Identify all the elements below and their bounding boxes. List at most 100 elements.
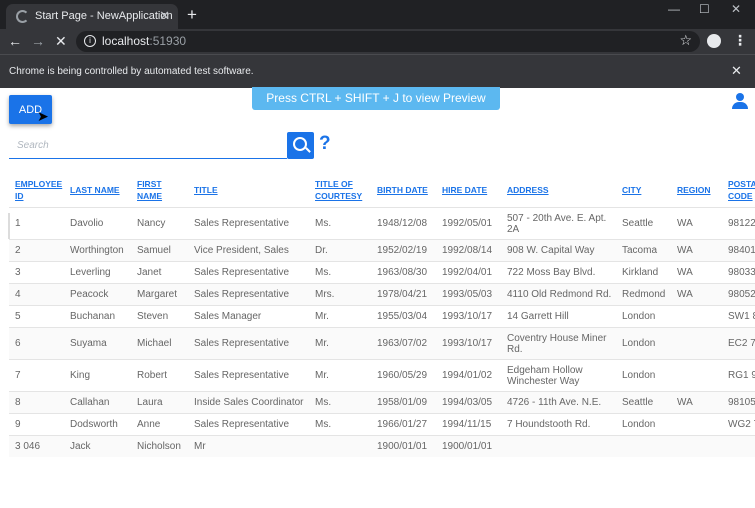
table-cell: Leverling <box>64 261 131 284</box>
table-row[interactable]: 3 Leverling Janet Sales Representative Ms. 19… <box>9 261 755 284</box>
table-header-row: EMPLOYEE ID LAST NAME FIRST NAME TITLE TITLE… <box>9 173 755 208</box>
column-header[interactable]: LAST NAME <box>64 173 131 208</box>
window-close-icon[interactable]: ✕ <box>731 2 741 16</box>
table-cell: 1900/01/01 <box>436 435 501 457</box>
table-cell: 722 Moss Bay Blvd. <box>501 261 616 284</box>
table-row[interactable]: 7 King Robert Sales Representative Mr. 1960/0… <box>9 359 755 392</box>
table-cell: 1978/04/21 <box>371 283 436 306</box>
column-header[interactable]: REGION <box>671 173 722 208</box>
table-cell: Mr. <box>309 305 371 328</box>
table-cell: Dodsworth <box>64 413 131 436</box>
table-cell: 98052 <box>722 283 755 306</box>
loading-spinner-icon <box>16 10 29 23</box>
table-cell: 1958/01/09 <box>371 391 436 414</box>
table-row[interactable]: 8 Callahan Laura Inside Sales Coordinator Ms… <box>9 391 755 414</box>
table-cell: London <box>616 305 671 328</box>
new-tab-icon[interactable]: + <box>187 5 197 25</box>
table-cell: 98105 <box>722 391 755 414</box>
table-cell: Vice President, Sales <box>188 239 309 262</box>
browser-tab[interactable]: Start Page - NewApplication ✕ <box>6 4 178 29</box>
maximize-icon[interactable]: ☐ <box>699 2 710 16</box>
column-header[interactable]: ADDRESS <box>501 173 616 208</box>
table-cell: 4726 - 11th Ave. N.E. <box>501 391 616 414</box>
table-cell: Sales Representative <box>188 327 309 360</box>
table-row[interactable]: 3 046 Jack Nicholson Mr 1900/01/01 1900/01/01 <box>9 435 755 457</box>
table-cell: 1966/01/27 <box>371 413 436 436</box>
table-cell: London <box>616 413 671 436</box>
table-cell: 98401 <box>722 239 755 262</box>
table-cell: 507 - 20th Ave. E. Apt. 2A <box>501 207 616 240</box>
table-cell: Steven <box>131 305 188 328</box>
table-cell: Nicholson <box>131 435 188 457</box>
table-cell: 1963/07/02 <box>371 327 436 360</box>
column-header[interactable]: EMPLOYEE ID <box>9 173 64 208</box>
bookmark-star-icon[interactable]: ☆ <box>679 32 692 49</box>
column-header[interactable]: CITY <box>616 173 671 208</box>
table-cell: Samuel <box>131 239 188 262</box>
table-cell: Michael <box>131 327 188 360</box>
table-cell: Dr. <box>309 239 371 262</box>
search-input[interactable] <box>9 133 293 157</box>
tab-close-icon[interactable]: ✕ <box>159 8 170 24</box>
table-cell: WA <box>671 207 722 240</box>
table-cell: Mr. <box>309 359 371 392</box>
table-cell: London <box>616 327 671 360</box>
table-row[interactable]: 5 Buchanan Steven Sales Manager Mr. 1955/03/0… <box>9 305 755 328</box>
table-cell: 1963/08/30 <box>371 261 436 284</box>
tab-title: Start Page - NewApplication <box>35 10 173 22</box>
table-row[interactable]: 4 Peacock Margaret Sales Representative Mrs.… <box>9 283 755 306</box>
table-cell: 1992/08/14 <box>436 239 501 262</box>
table-cell: Buchanan <box>64 305 131 328</box>
profile-avatar-icon[interactable] <box>707 34 721 48</box>
table-cell: RG1 9SP <box>722 359 755 392</box>
table-row[interactable]: 1 Davolio Nancy Sales Representative Ms. 1948… <box>9 207 755 240</box>
table-cell: 3 <box>9 261 64 284</box>
table-cell: 8 <box>9 391 64 414</box>
browser-menu-icon[interactable]: ⋮ <box>733 32 747 49</box>
site-info-icon[interactable]: i <box>84 35 96 47</box>
table-cell: 7 Houndstooth Rd. <box>501 413 616 436</box>
address-bar[interactable]: i localhost:51930 ☆ <box>76 31 700 52</box>
help-icon[interactable]: ? <box>319 133 331 155</box>
table-cell: London <box>616 359 671 392</box>
column-header[interactable]: FIRST NAME <box>131 173 188 208</box>
table-cell: Davolio <box>64 207 131 240</box>
table-cell: 1994/11/15 <box>436 413 501 436</box>
table-cell: Inside Sales Coordinator <box>188 391 309 414</box>
table-cell <box>501 435 616 457</box>
table-cell <box>671 435 722 457</box>
table-cell: 1992/04/01 <box>436 261 501 284</box>
table-cell: Janet <box>131 261 188 284</box>
table-cell: 1952/02/19 <box>371 239 436 262</box>
table-row[interactable]: 2 Worthington Samuel Vice President, Sales D… <box>9 239 755 262</box>
table-cell: Suyama <box>64 327 131 360</box>
table-cell: 9 <box>9 413 64 436</box>
table-cell: Sales Manager <box>188 305 309 328</box>
table-cell: Tacoma <box>616 239 671 262</box>
infobar-close-icon[interactable]: ✕ <box>731 63 742 79</box>
column-header[interactable]: TITLE <box>188 173 309 208</box>
column-header[interactable]: TITLE OF COURTESY <box>309 173 371 208</box>
table-cell: 1993/10/17 <box>436 327 501 360</box>
column-header[interactable]: POSTAL CODE <box>722 173 755 208</box>
search-button[interactable] <box>287 132 314 159</box>
mouse-cursor-icon: ➤ <box>37 108 49 124</box>
table-cell: Robert <box>131 359 188 392</box>
table-row[interactable]: 6 Suyama Michael Sales Representative Mr. 196… <box>9 327 755 360</box>
table-cell: Sales Representative <box>188 359 309 392</box>
table-row[interactable]: 9 Dodsworth Anne Sales Representative Ms. 196… <box>9 413 755 436</box>
table-cell: WG2 7LT <box>722 413 755 436</box>
table-cell: Callahan <box>64 391 131 414</box>
column-header[interactable]: HIRE DATE <box>436 173 501 208</box>
table-cell: 3 046 <box>9 435 64 457</box>
user-icon[interactable] <box>732 93 748 109</box>
minimize-icon[interactable]: — <box>668 2 680 16</box>
forward-icon[interactable]: → <box>31 33 45 49</box>
table-cell <box>671 359 722 392</box>
column-header[interactable]: BIRTH DATE <box>371 173 436 208</box>
stop-loading-icon[interactable]: ✕ <box>55 33 67 50</box>
table-body: 1 Davolio Nancy Sales Representative Ms. 1948… <box>9 207 755 457</box>
table-cell: 1948/12/08 <box>371 207 436 240</box>
back-icon[interactable]: ← <box>8 33 22 49</box>
table-cell: 1900/01/01 <box>371 435 436 457</box>
